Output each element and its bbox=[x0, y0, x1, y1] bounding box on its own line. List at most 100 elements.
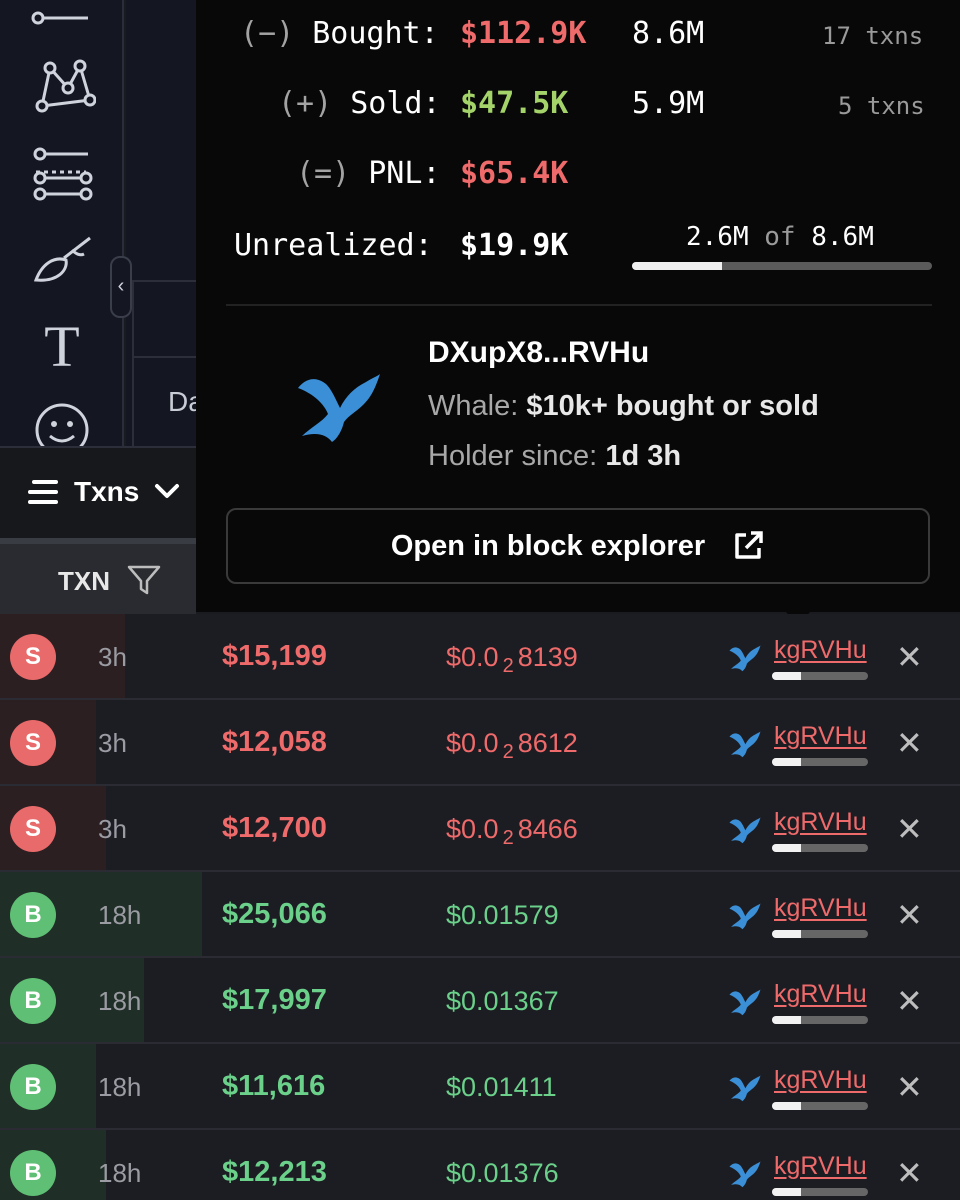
txn-type-badge: S bbox=[10, 806, 56, 852]
txn-usd-amount: $12,213 bbox=[222, 1156, 327, 1188]
explorer-button-label: Open in block explorer bbox=[390, 529, 706, 562]
whale-icon bbox=[729, 903, 761, 930]
bought-label: Bought: bbox=[312, 16, 439, 51]
txn-column-header: TXN bbox=[0, 538, 196, 614]
maker-holdings-fill bbox=[772, 1188, 801, 1196]
table-row[interactable]: B 18h $11,616 $0.01411 kgRVHu ✕ bbox=[0, 1044, 960, 1130]
unrealized-usd: $19.9K bbox=[460, 228, 569, 263]
table-row[interactable]: B 18h $25,066 $0.01579 kgRVHu ✕ bbox=[0, 872, 960, 958]
brush-icon[interactable] bbox=[28, 228, 96, 292]
unrealized-label: Unrealized: bbox=[234, 228, 433, 263]
txn-usd-amount: $17,997 bbox=[222, 984, 327, 1016]
remove-filter-button[interactable]: ✕ bbox=[896, 896, 923, 934]
open-block-explorer-button[interactable]: Open in block explorer bbox=[226, 508, 930, 584]
divider bbox=[226, 304, 932, 306]
table-row[interactable]: S 3h $15,199 $0.0 2 8139 kgRVHu ✕ bbox=[0, 614, 960, 700]
maker-link[interactable]: kgRVHu bbox=[774, 1066, 867, 1095]
txn-age: 18h bbox=[98, 1072, 142, 1102]
chart-gridline bbox=[134, 356, 196, 358]
chart-gridline bbox=[132, 280, 134, 446]
bought-row: (−) Bought: bbox=[240, 16, 439, 51]
maker-holdings-bar bbox=[772, 1016, 868, 1024]
chart-gridline bbox=[134, 280, 196, 282]
whale-value: $10k+ bought or sold bbox=[526, 390, 819, 422]
txn-column-label: TXN bbox=[58, 566, 110, 596]
total-amount: 8.6M bbox=[811, 222, 874, 252]
txn-age: 3h bbox=[98, 728, 127, 758]
whale-icon bbox=[298, 374, 380, 442]
txn-type-badge: B bbox=[10, 978, 56, 1024]
maker-holdings-fill bbox=[772, 930, 801, 938]
collapse-toolbar-button[interactable]: ‹ bbox=[110, 256, 132, 318]
transactions-table: S 3h $15,199 $0.0 2 8139 kgRVHu ✕ S 3h $12… bbox=[0, 614, 960, 1200]
sold-row: (+) Sold: bbox=[278, 86, 441, 121]
pattern-icon[interactable] bbox=[28, 56, 97, 120]
remove-filter-button[interactable]: ✕ bbox=[896, 638, 923, 676]
filter-icon[interactable] bbox=[126, 564, 162, 596]
table-row[interactable]: S 3h $12,700 $0.0 2 8466 kgRVHu ✕ bbox=[0, 786, 960, 872]
maker-link[interactable]: kgRVHu bbox=[774, 722, 867, 751]
maker-link[interactable]: kgRVHu bbox=[774, 1152, 867, 1181]
remove-filter-button[interactable]: ✕ bbox=[896, 982, 923, 1020]
pnl-row: (=) PNL: bbox=[296, 156, 441, 191]
txns-tab-bar: Txns bbox=[0, 446, 196, 538]
remove-filter-button[interactable]: ✕ bbox=[896, 1068, 923, 1106]
txn-usd-amount: $12,058 bbox=[222, 726, 327, 758]
maker-holdings-fill bbox=[772, 844, 801, 852]
holdings-progress-fill bbox=[632, 262, 722, 270]
bought-tokens: 8.6M bbox=[632, 16, 705, 51]
text-icon[interactable]: T bbox=[28, 312, 96, 379]
maker-holdings-bar bbox=[772, 844, 868, 852]
txn-usd-amount: $25,066 bbox=[222, 898, 327, 930]
txn-age: 18h bbox=[98, 986, 142, 1016]
txn-age: 18h bbox=[98, 1158, 142, 1188]
holder-label: Holder since: bbox=[428, 440, 598, 472]
list-icon bbox=[28, 480, 58, 504]
txn-type-badge: S bbox=[10, 634, 56, 680]
txn-type-badge: B bbox=[10, 1064, 56, 1110]
txns-label: Txns bbox=[74, 476, 140, 507]
drawing-toolbar: T bbox=[0, 0, 124, 457]
txn-usd-amount: $11,616 bbox=[222, 1070, 326, 1102]
maker-link[interactable]: kgRVHu bbox=[774, 894, 867, 923]
maker-holdings-fill bbox=[772, 1102, 801, 1110]
remove-filter-button[interactable]: ✕ bbox=[896, 724, 923, 762]
sold-label: Sold: bbox=[350, 86, 441, 121]
maker-holdings-fill bbox=[772, 672, 801, 680]
table-row[interactable]: B 18h $12,213 $0.01376 kgRVHu ✕ bbox=[0, 1130, 960, 1200]
maker-holdings-bar bbox=[772, 1102, 868, 1110]
maker-holdings-fill bbox=[772, 1016, 801, 1024]
maker-holdings-bar bbox=[772, 1188, 868, 1196]
holdings-progress-bar bbox=[632, 262, 932, 270]
whale-icon bbox=[729, 1161, 761, 1188]
txn-type-badge: S bbox=[10, 720, 56, 766]
remove-filter-button[interactable]: ✕ bbox=[896, 810, 923, 848]
maker-link[interactable]: kgRVHu bbox=[774, 636, 867, 665]
whale-label: Whale: bbox=[428, 390, 519, 422]
txn-type-badge: B bbox=[10, 892, 56, 938]
maker-link[interactable]: kgRVHu bbox=[774, 808, 867, 837]
bought-usd: $112.9K bbox=[460, 16, 587, 51]
table-row[interactable]: B 18h $17,997 $0.01367 kgRVHu ✕ bbox=[0, 958, 960, 1044]
txn-price: $0.01367 bbox=[446, 986, 559, 1016]
wallet-address: DXupX8...RVHu bbox=[428, 336, 650, 369]
table-row[interactable]: S 3h $12,058 $0.0 2 8612 kgRVHu ✕ bbox=[0, 700, 960, 786]
whale-icon bbox=[729, 645, 761, 672]
txn-usd-amount: $15,199 bbox=[222, 640, 327, 672]
txns-dropdown[interactable]: Txns bbox=[28, 476, 181, 508]
remove-filter-button[interactable]: ✕ bbox=[896, 1154, 923, 1192]
txn-price: $0.0 2 8139 bbox=[446, 642, 578, 677]
menu-lines-icon[interactable] bbox=[28, 0, 96, 42]
held-amount: 2.6M bbox=[686, 222, 749, 252]
txn-price: $0.01376 bbox=[446, 1158, 559, 1188]
text-tool-glyph: T bbox=[44, 314, 79, 376]
txn-price: $0.0 2 8466 bbox=[446, 814, 578, 849]
whale-icon bbox=[729, 817, 761, 844]
maker-holdings-bar bbox=[772, 758, 868, 766]
fib-lines-icon[interactable] bbox=[28, 144, 96, 208]
maker-link[interactable]: kgRVHu bbox=[774, 980, 867, 1009]
bought-txns: 17 txns bbox=[822, 22, 924, 50]
sold-usd: $47.5K bbox=[460, 86, 569, 121]
chart-area[interactable] bbox=[126, 0, 196, 446]
txn-age: 3h bbox=[98, 814, 127, 844]
